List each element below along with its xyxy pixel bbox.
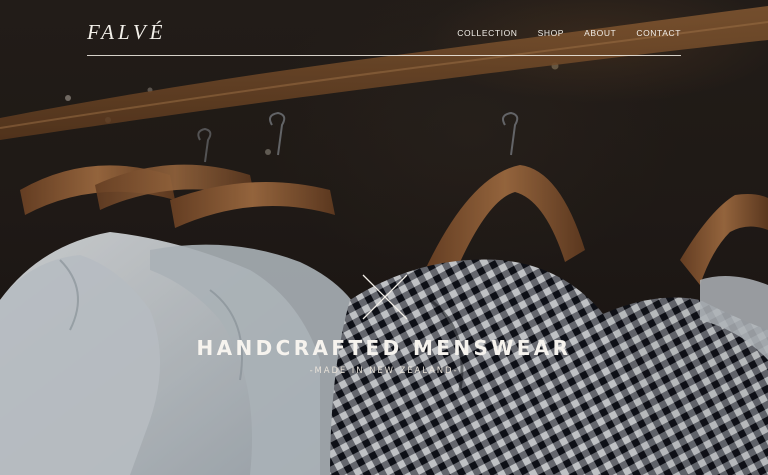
hero-background-image bbox=[0, 0, 768, 475]
nav-item-contact[interactable]: CONTACT bbox=[636, 28, 681, 38]
brand-logo[interactable]: FALVÉ bbox=[87, 20, 167, 45]
header-divider bbox=[87, 55, 681, 56]
site-header: FALVÉ COLLECTION SHOP ABOUT CONTACT bbox=[87, 18, 681, 56]
nav-item-about[interactable]: ABOUT bbox=[584, 28, 616, 38]
hero-subline: -MADE IN NEW ZEALAND- bbox=[309, 366, 459, 376]
main-nav: COLLECTION SHOP ABOUT CONTACT bbox=[457, 28, 681, 38]
crossed-lines-icon bbox=[362, 274, 408, 320]
hero-headline: HANDCRAFTED MENSWEAR bbox=[196, 336, 572, 360]
hero-dim-overlay bbox=[0, 0, 768, 475]
nav-item-shop[interactable]: SHOP bbox=[538, 28, 565, 38]
nav-item-collection[interactable]: COLLECTION bbox=[457, 28, 517, 38]
